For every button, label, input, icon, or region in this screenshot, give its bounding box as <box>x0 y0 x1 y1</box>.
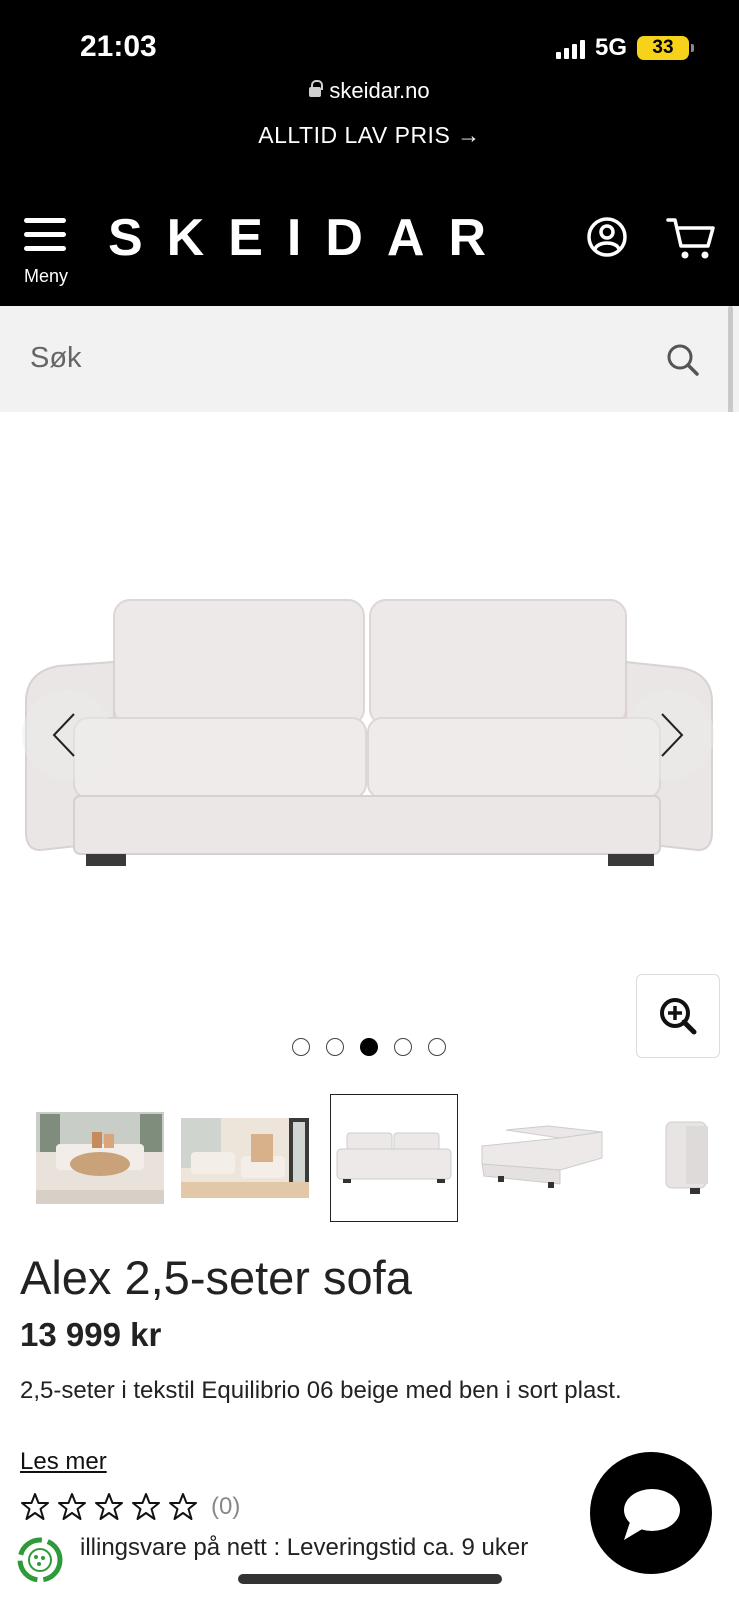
gallery-dot-active[interactable] <box>360 1038 378 1056</box>
promo-banner[interactable]: ALLTID LAV PRIS → <box>0 122 739 149</box>
chevron-left-icon <box>52 713 75 757</box>
gallery-dot[interactable] <box>292 1038 310 1056</box>
gallery-dot[interactable] <box>428 1038 446 1056</box>
product-price: 13 999 kr <box>20 1316 162 1353</box>
delivery-info: illingsvare på nett : Leveringstid ca. 9… <box>80 1534 529 1561</box>
search-input[interactable]: Søk <box>30 342 82 375</box>
read-more-link[interactable]: Les mer <box>20 1448 107 1476</box>
chevron-right-icon <box>661 713 684 757</box>
top-bar: 21:03 5G 33 skeidar.no ALLTID LAV PRIS →… <box>0 0 739 306</box>
rating-stars[interactable]: (0) <box>20 1492 240 1522</box>
menu-label[interactable]: Meny <box>24 266 68 287</box>
skeidar-logo[interactable]: SKEIDAR <box>108 208 510 268</box>
thumbnail-image-selected[interactable] <box>330 1094 458 1222</box>
gallery-next-button[interactable] <box>624 690 714 780</box>
star-icon <box>95 1493 123 1520</box>
battery-icon: 33 <box>637 36 694 60</box>
star-icon <box>169 1493 197 1520</box>
recycle-icon <box>17 1537 63 1583</box>
review-count[interactable]: (0) <box>211 1493 240 1521</box>
thumbnail-image[interactable] <box>36 1094 164 1222</box>
browser-url-bar[interactable]: skeidar.no <box>0 78 739 104</box>
thumbnail-image[interactable] <box>181 1094 309 1222</box>
star-icon <box>21 1493 49 1520</box>
lock-icon <box>309 80 324 97</box>
thumbnail-image[interactable] <box>626 1094 739 1222</box>
chat-button[interactable] <box>590 1452 712 1574</box>
zoom-in-icon <box>660 998 697 1035</box>
gallery-dot[interactable] <box>394 1038 412 1056</box>
search-icon[interactable] <box>665 342 701 378</box>
cart-icon[interactable] <box>666 216 716 262</box>
status-time: 21:03 <box>80 30 157 63</box>
star-icon <box>58 1493 86 1520</box>
product-description: 2,5-seter i tekstil Equilibrio 06 beige … <box>20 1377 622 1404</box>
gallery-prev-button[interactable] <box>22 690 112 780</box>
product-image-sofa <box>25 599 713 866</box>
url-text: skeidar.no <box>329 78 430 103</box>
gallery-pagination <box>292 1038 446 1056</box>
account-icon[interactable] <box>586 216 628 258</box>
thumbnail-image[interactable] <box>478 1094 606 1222</box>
thumbnail-strip <box>0 1094 739 1224</box>
search-bar[interactable]: Søk <box>0 306 739 412</box>
home-indicator[interactable] <box>238 1574 502 1584</box>
chat-bubble-icon <box>624 1489 680 1540</box>
zoom-button[interactable] <box>636 974 720 1058</box>
product-image-gallery[interactable] <box>0 412 739 1060</box>
gallery-dot[interactable] <box>326 1038 344 1056</box>
star-icon <box>132 1493 160 1520</box>
status-indicators: 5G 33 <box>555 34 694 62</box>
signal-icon <box>555 37 585 59</box>
network-type: 5G <box>594 34 627 61</box>
product-title: Alex 2,5-seter sofa <box>20 1251 412 1304</box>
